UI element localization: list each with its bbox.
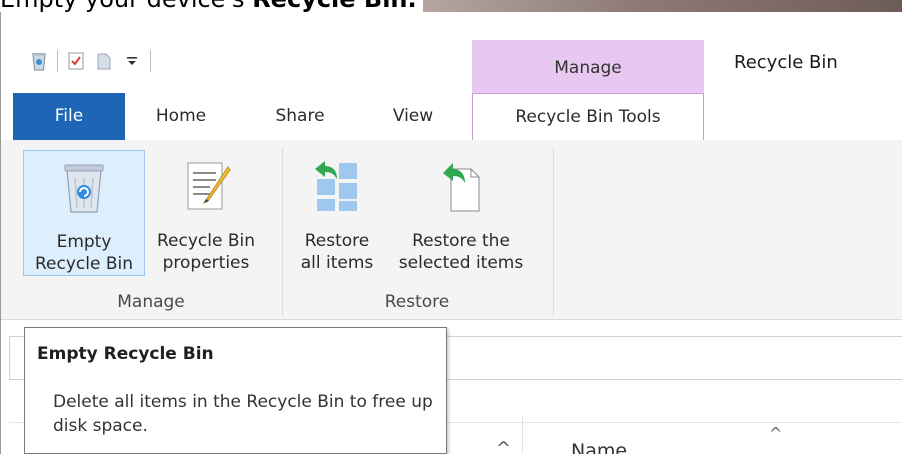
tooltip-title: Empty Recycle Bin — [37, 344, 214, 364]
button-label-line: all items — [300, 253, 374, 273]
properties-page-icon — [147, 156, 265, 216]
button-label-line: properties — [162, 253, 250, 273]
qat-separator — [57, 50, 58, 72]
manage-context-label: Manage — [554, 58, 622, 78]
button-label-line: Empty — [56, 232, 112, 252]
button-label-line: Recycle Bin — [156, 231, 255, 251]
ribbon-panel: Empty Recycle Bin Recycle Bin properties — [1, 140, 902, 320]
recycle-bin-properties-button[interactable]: Recycle Bin properties — [147, 150, 265, 276]
article-heading-strip: Empty your device's Recycle Bin. — [0, 0, 902, 12]
article-heading: Empty your device's Recycle Bin. — [0, 0, 423, 12]
title-bar: Manage Recycle Bin — [1, 12, 902, 95]
recycle-bin-icon — [24, 157, 144, 217]
restore-all-icon — [291, 156, 383, 216]
manage-context-header: Manage — [472, 40, 704, 95]
button-label-line: selected items — [398, 253, 524, 273]
recycle-bin-icon[interactable] — [29, 50, 49, 72]
restore-selected-items-button[interactable]: Restore the selected items — [387, 150, 535, 276]
button-label-line: Recycle Bin — [34, 254, 133, 274]
window-title: Recycle Bin — [734, 52, 838, 73]
new-folder-icon[interactable] — [94, 50, 114, 72]
column-separator — [522, 416, 523, 454]
article-heading-text: Empty your device's — [0, 0, 252, 12]
article-heading-bold: Recycle Bin. — [252, 0, 416, 12]
tab-file[interactable]: File — [13, 93, 125, 140]
button-label-line: Restore — [304, 231, 370, 251]
button-label-line: Restore the — [412, 231, 510, 251]
sort-ascending-icon: ^ — [769, 424, 783, 443]
empty-recycle-bin-button[interactable]: Empty Recycle Bin — [23, 150, 145, 276]
qat-separator — [150, 50, 151, 72]
group-separator — [553, 148, 554, 316]
group-separator — [282, 148, 283, 316]
tooltip-empty-recycle-bin: Empty Recycle Bin Delete all items in th… — [24, 327, 447, 454]
tab-home[interactable]: Home — [139, 93, 223, 140]
properties-check-icon[interactable] — [66, 50, 86, 72]
ribbon-tabs: File Home Share View Recycle Bin Tools — [1, 93, 902, 142]
scroll-up-arrow-icon[interactable]: ^ — [496, 438, 511, 454]
tab-share[interactable]: Share — [263, 93, 337, 140]
column-header-name[interactable]: Name — [571, 440, 627, 454]
group-label-manage: Manage — [117, 292, 185, 312]
tab-view[interactable]: View — [383, 93, 443, 140]
group-label-restore: Restore — [384, 292, 450, 312]
tooltip-description: Delete all items in the Recycle Bin to f… — [53, 392, 433, 436]
restore-all-items-button[interactable]: Restore all items — [291, 150, 383, 276]
restore-selected-icon — [387, 156, 535, 216]
customize-dropdown-icon[interactable] — [122, 50, 142, 72]
quick-access-toolbar — [29, 46, 151, 76]
tab-recycle-bin-tools[interactable]: Recycle Bin Tools — [472, 93, 704, 142]
